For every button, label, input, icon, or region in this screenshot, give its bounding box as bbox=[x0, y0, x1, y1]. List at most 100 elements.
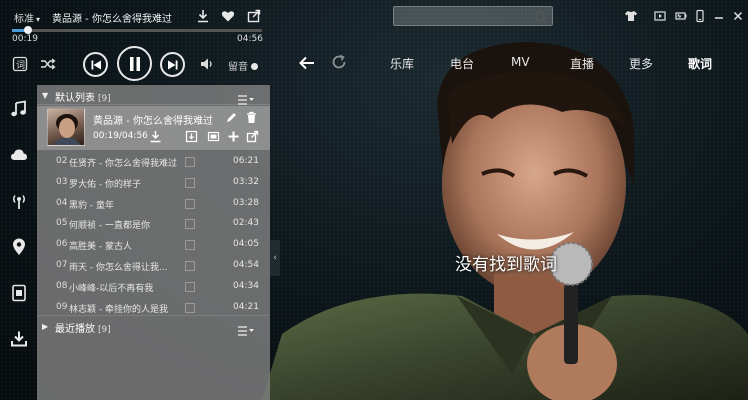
list-item[interactable]: 05 何顺祯 - 一直都是你 02:43 bbox=[37, 214, 270, 234]
list-item[interactable]: 06 高胜美 - 蒙古人 04:05 bbox=[37, 235, 270, 255]
recent-name: 最近播放 [9] bbox=[55, 324, 111, 335]
track-title: 黑豹 - 童年 bbox=[69, 200, 114, 211]
list-item[interactable]: 03 罗大佑 - 你的样子 03:32 bbox=[37, 173, 270, 193]
minimize-icon[interactable] bbox=[712, 9, 726, 23]
playback-controls: 词 留音 bbox=[0, 46, 270, 81]
download-icon[interactable] bbox=[149, 130, 162, 143]
trash-icon[interactable] bbox=[245, 111, 258, 124]
phone-icon[interactable] bbox=[693, 9, 707, 23]
pause-button[interactable] bbox=[117, 46, 152, 81]
track-index: 02 bbox=[56, 156, 68, 166]
add-icon[interactable] bbox=[227, 130, 240, 143]
mv-tag-icon[interactable] bbox=[185, 240, 195, 251]
svg-text:词: 词 bbox=[16, 60, 25, 71]
share-icon[interactable] bbox=[247, 9, 261, 23]
track-duration: 04:05 bbox=[233, 239, 259, 250]
playlist-name: 默认列表 [9] bbox=[55, 93, 111, 104]
cloud-icon[interactable] bbox=[10, 146, 28, 164]
playlist-header[interactable]: ▼ 默认列表 [9] bbox=[37, 85, 270, 105]
tab-library[interactable]: 乐库 bbox=[390, 55, 414, 72]
total-time: 04:56 bbox=[237, 34, 263, 44]
battery-icon[interactable] bbox=[674, 9, 688, 23]
mv-tag-icon[interactable] bbox=[185, 219, 195, 230]
track-duration: 06:21 bbox=[233, 156, 259, 166]
volume-icon[interactable] bbox=[199, 56, 215, 72]
lyrics-desktop-icon[interactable]: 词 bbox=[12, 56, 28, 72]
mv-tag-icon[interactable] bbox=[185, 302, 195, 313]
next-icon bbox=[167, 60, 177, 69]
track-title: 任贤齐 - 你怎么舍得我难过 bbox=[69, 159, 177, 169]
previous-button[interactable] bbox=[83, 52, 108, 77]
list-item[interactable]: 08 小峰峰-以后不再有我 04:34 bbox=[37, 277, 270, 297]
share-icon[interactable] bbox=[246, 130, 259, 143]
tab-live[interactable]: 直播 bbox=[570, 55, 594, 72]
recent-header[interactable]: ▶ 最近播放 [9] bbox=[37, 315, 270, 336]
download-box-icon[interactable] bbox=[185, 130, 198, 143]
list-item[interactable]: 04 黑豹 - 童年 03:28 bbox=[37, 194, 270, 214]
list-menu-icon[interactable] bbox=[238, 321, 254, 336]
now-playing-row-title: 黄品源 - 你怎么舍得我难过 bbox=[93, 116, 213, 127]
recent-count: [9] bbox=[98, 325, 111, 335]
tab-mv[interactable]: MV bbox=[511, 55, 530, 69]
list-menu-icon[interactable] bbox=[238, 90, 254, 105]
pause-icon bbox=[129, 56, 140, 71]
playlist-count: [9] bbox=[98, 94, 111, 104]
toggle-knob bbox=[251, 63, 258, 70]
track-index: 06 bbox=[56, 239, 68, 250]
track-duration: 03:28 bbox=[233, 197, 259, 208]
heart-icon[interactable] bbox=[221, 9, 235, 23]
location-pin-icon[interactable] bbox=[10, 238, 28, 256]
mv-tag-icon[interactable] bbox=[185, 157, 195, 167]
tab-more[interactable]: 更多 bbox=[629, 55, 653, 72]
triangle-down-icon: ▼ bbox=[42, 91, 49, 100]
progress-bar[interactable] bbox=[12, 26, 262, 34]
edit-icon[interactable] bbox=[225, 111, 238, 124]
mv-tag-icon[interactable] bbox=[185, 177, 195, 188]
track-duration: 02:43 bbox=[233, 218, 259, 229]
mv-tag-icon[interactable] bbox=[185, 198, 195, 209]
track-title: 何顺祯 - 一直都是你 bbox=[69, 221, 150, 232]
download-icon[interactable] bbox=[196, 9, 210, 23]
skin-icon[interactable] bbox=[624, 9, 638, 23]
mv-tag-icon[interactable] bbox=[185, 281, 195, 292]
track-index: 03 bbox=[56, 176, 68, 187]
close-icon[interactable] bbox=[731, 9, 745, 23]
tab-lyrics[interactable]: 歌词 bbox=[688, 55, 712, 72]
tab-radio[interactable]: 电台 bbox=[450, 55, 474, 72]
now-playing-row[interactable]: 黄品源 - 你怎么舍得我难过 00:19/04:56 bbox=[37, 106, 270, 150]
search-box[interactable] bbox=[393, 6, 553, 26]
track-title: 高胜美 - 蒙古人 bbox=[69, 242, 132, 253]
now-playing-row-time: 00:19/04:56 bbox=[93, 131, 148, 141]
search-icon[interactable] bbox=[534, 9, 548, 24]
shuffle-icon[interactable] bbox=[40, 56, 56, 72]
previous-icon bbox=[91, 60, 101, 69]
lyric-toggle[interactable]: 留音 bbox=[228, 58, 258, 73]
collapse-panel-handle[interactable]: ‹ bbox=[270, 240, 280, 276]
radio-antenna-icon[interactable] bbox=[10, 192, 28, 210]
track-index: 05 bbox=[56, 218, 68, 229]
next-button[interactable] bbox=[160, 52, 185, 77]
quality-label: 标准 bbox=[14, 14, 34, 25]
list-item[interactable]: 07 雨天 - 你怎么舍得让我... 04:54 bbox=[37, 256, 270, 276]
artist-photo bbox=[262, 34, 748, 400]
track-index: 04 bbox=[56, 197, 68, 208]
now-playing-title: 黄品源 - 你怎么舍得我难过 bbox=[52, 14, 172, 25]
mv-icon[interactable] bbox=[207, 130, 220, 143]
lyric-toggle-label: 留音 bbox=[228, 62, 248, 73]
chevron-down-icon: ▾ bbox=[36, 15, 41, 24]
progress-handle[interactable] bbox=[24, 26, 32, 34]
track-title: 小峰峰-以后不再有我 bbox=[69, 283, 154, 294]
mini-mode-icon[interactable] bbox=[653, 9, 667, 23]
list-item[interactable]: 02 任贤齐 - 你怎么舍得我难过 06:21 bbox=[37, 152, 270, 172]
music-note-icon[interactable] bbox=[10, 100, 28, 118]
current-time: 00:19 bbox=[12, 34, 38, 44]
download-icon[interactable] bbox=[10, 330, 28, 348]
track-duration: 04:54 bbox=[233, 260, 259, 270]
back-arrow-icon[interactable] bbox=[298, 54, 316, 72]
phone-transfer-icon[interactable] bbox=[10, 284, 28, 302]
mv-tag-icon[interactable] bbox=[185, 261, 195, 271]
quality-selector[interactable]: 标准 ▾ bbox=[14, 10, 40, 25]
track-index: 09 bbox=[56, 301, 68, 312]
search-input[interactable] bbox=[398, 9, 528, 23]
refresh-icon[interactable] bbox=[331, 54, 347, 70]
